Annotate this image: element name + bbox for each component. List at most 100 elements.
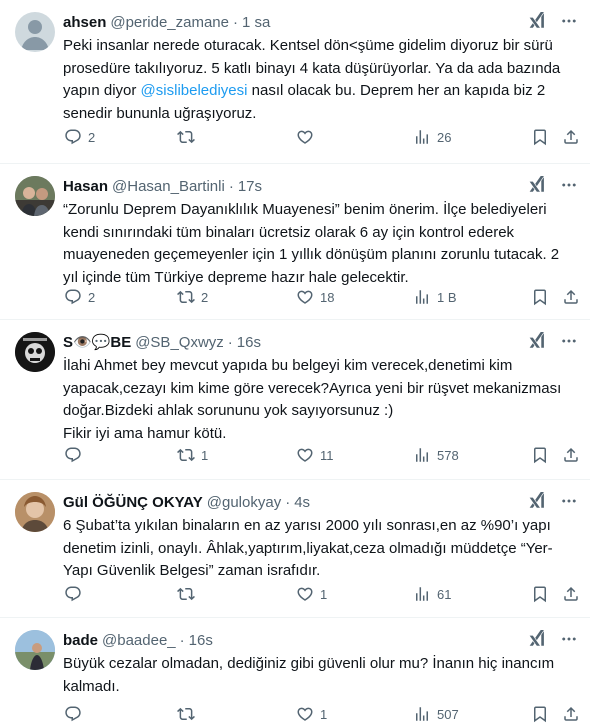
more-icon[interactable] (560, 332, 578, 350)
reply-button[interactable] (64, 583, 88, 605)
repost-count: 2 (201, 289, 209, 305)
views-icon (413, 705, 431, 723)
more-icon[interactable] (560, 630, 578, 648)
author-name[interactable]: Gül ÖĞÜNÇ OKYAY (63, 494, 203, 511)
timestamp[interactable]: 4s (294, 494, 310, 511)
bookmark-button[interactable] (531, 444, 549, 466)
action-bar: 1 61 (54, 583, 584, 605)
grok-icon[interactable] (528, 630, 546, 648)
repost-button[interactable]: 2 (177, 286, 208, 308)
reply-icon (64, 705, 82, 723)
like-button[interactable]: 18 (296, 286, 334, 308)
bookmark-button[interactable] (531, 583, 549, 605)
separator-dot: · (285, 493, 291, 511)
separator-dot: · (228, 177, 234, 195)
like-button[interactable]: 1 (296, 703, 327, 725)
author-handle[interactable]: @Hasan_Bartinli (112, 178, 225, 195)
reply-feed: ahsen @peride_zamane · 1 sa Peki insanla… (0, 0, 590, 726)
like-button[interactable] (296, 126, 320, 148)
view-count: 26 (437, 129, 452, 145)
grok-icon[interactable] (528, 176, 546, 194)
author-handle[interactable]: @gulokyay (207, 494, 281, 511)
reply-tweet[interactable]: ahsen @peride_zamane · 1 sa Peki insanla… (0, 0, 590, 164)
tweet-header: S👁️💬BE @SB_Qxwyz · 16s (63, 332, 261, 352)
avatar[interactable] (15, 492, 55, 532)
reply-button[interactable]: 2 (64, 286, 95, 308)
bookmark-button[interactable] (531, 126, 549, 148)
reply-icon (64, 288, 82, 306)
bookmark-button[interactable] (531, 286, 549, 308)
like-button[interactable]: 1 (296, 583, 327, 605)
share-button[interactable] (562, 286, 580, 308)
reply-button[interactable] (64, 703, 88, 725)
share-button[interactable] (562, 583, 580, 605)
avatar[interactable] (15, 12, 55, 52)
avatar[interactable] (15, 176, 55, 216)
view-count: 61 (437, 586, 452, 602)
timestamp[interactable]: 16s (189, 632, 213, 649)
grok-icon[interactable] (528, 492, 546, 510)
like-icon (296, 705, 314, 723)
timestamp[interactable]: 17s (238, 178, 262, 195)
bookmark-icon (531, 446, 549, 464)
reply-button[interactable]: 2 (64, 126, 95, 148)
separator-dot: · (179, 631, 185, 649)
reply-button[interactable] (64, 444, 88, 466)
views-icon (413, 288, 431, 306)
like-icon (296, 128, 314, 146)
repost-icon (177, 288, 195, 306)
views-button[interactable]: 578 (413, 444, 459, 466)
repost-icon (177, 128, 195, 146)
views-icon (413, 128, 431, 146)
repost-button[interactable] (177, 703, 201, 725)
author-handle[interactable]: @SB_Qxwyz (135, 334, 224, 351)
avatar[interactable] (15, 332, 55, 372)
more-icon[interactable] (560, 176, 578, 194)
timestamp[interactable]: 16s (237, 334, 261, 351)
separator-dot: · (233, 13, 238, 31)
reply-tweet[interactable]: Gül ÖĞÜNÇ OKYAY @gulokyay · 4s 6 Şubat’t… (0, 480, 590, 618)
bookmark-button[interactable] (531, 703, 549, 725)
tweet-header: Gül ÖĞÜNÇ OKYAY @gulokyay · 4s (63, 492, 310, 512)
tweet-text: Peki insanlar nerede oturacak. Kentsel d… (63, 35, 573, 125)
views-button[interactable]: 61 (413, 583, 451, 605)
author-handle[interactable]: @baadee_ (102, 632, 176, 649)
mention-link[interactable]: @sislibelediyesi (141, 82, 248, 99)
bookmark-icon (531, 128, 549, 146)
views-button[interactable]: 1 B (413, 286, 457, 308)
reply-count: 2 (88, 129, 96, 145)
reply-tweet[interactable]: Hasan @Hasan_Bartinli · 17s “Zorunlu Dep… (0, 164, 590, 320)
author-handle[interactable]: @peride_zamane (110, 14, 229, 31)
share-button[interactable] (562, 444, 580, 466)
reply-tweet[interactable]: bade @baadee_ · 16s Büyük cezalar olmada… (0, 618, 590, 726)
like-button[interactable]: 11 (296, 444, 334, 466)
tweet-text: 6 Şubat’ta yıkılan binaların en az yarıs… (63, 517, 553, 579)
reply-icon (64, 128, 82, 146)
repost-button[interactable]: 1 (177, 444, 208, 466)
avatar[interactable] (15, 630, 55, 670)
share-button[interactable] (562, 703, 580, 725)
repost-icon (177, 705, 195, 723)
like-count: 11 (320, 447, 334, 463)
author-name[interactable]: ahsen (63, 14, 106, 31)
share-button[interactable] (562, 126, 580, 148)
more-icon[interactable] (560, 12, 578, 30)
more-icon[interactable] (560, 492, 578, 510)
reply-icon (64, 585, 82, 603)
grok-icon[interactable] (528, 332, 546, 350)
author-name[interactable]: Hasan (63, 178, 108, 195)
repost-button[interactable] (177, 583, 201, 605)
reply-tweet[interactable]: S👁️💬BE @SB_Qxwyz · 16s İlahi Ahmet bey m… (0, 320, 590, 480)
tweet-text-line: Fikir iyi ama hamur kötü. (63, 424, 227, 442)
timestamp[interactable]: 1 sa (242, 14, 270, 31)
like-icon (296, 288, 314, 306)
views-button[interactable]: 26 (413, 126, 451, 148)
views-button[interactable]: 507 (413, 703, 459, 725)
action-bar: 2 2 18 1 B (54, 286, 584, 308)
author-name[interactable]: bade (63, 632, 98, 649)
grok-icon[interactable] (528, 12, 546, 30)
share-icon (562, 585, 580, 603)
tweet-text: Büyük cezalar olmadan, dediğiniz gibi gü… (63, 655, 555, 695)
author-name[interactable]: S👁️💬BE (63, 333, 131, 351)
repost-button[interactable] (177, 126, 201, 148)
